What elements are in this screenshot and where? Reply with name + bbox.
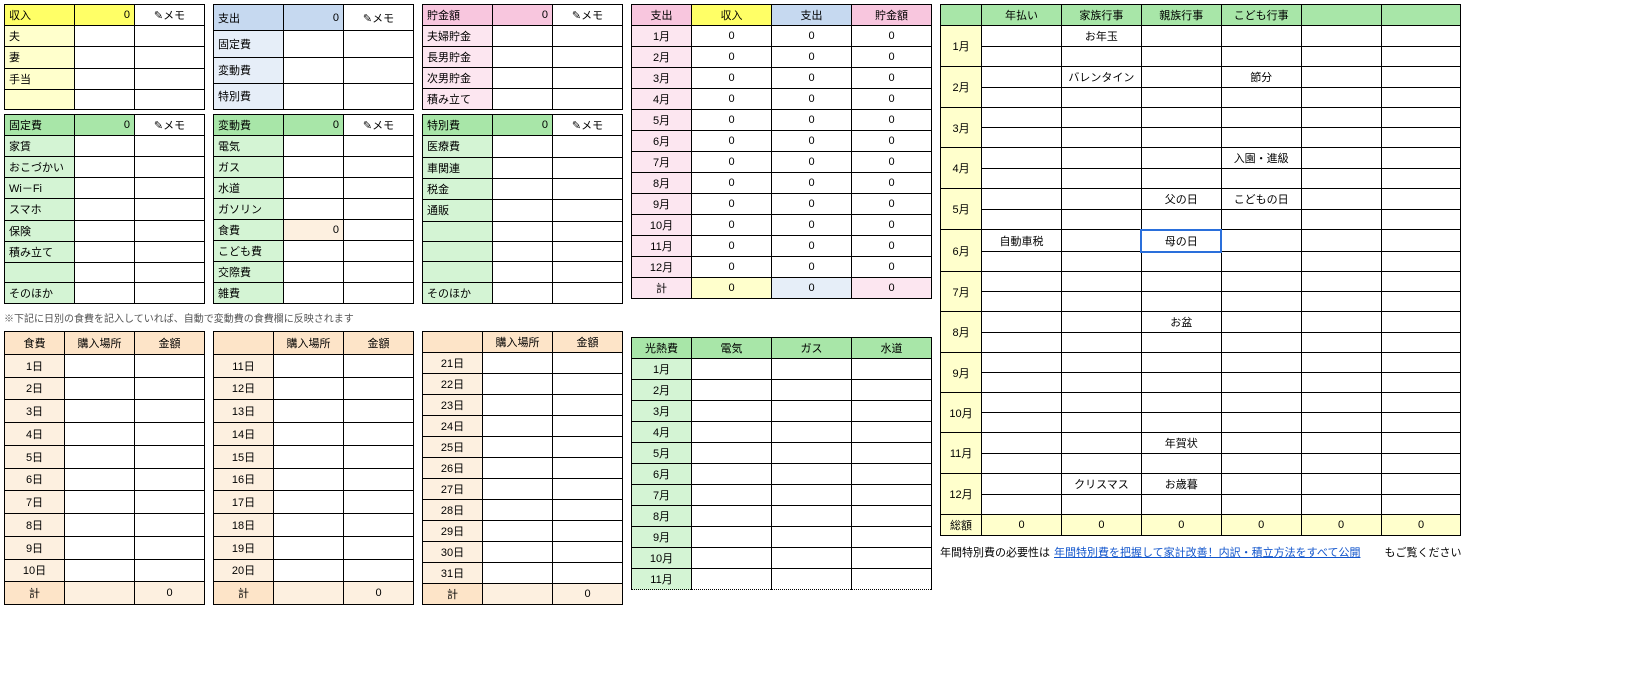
util-month: 9月 (632, 527, 692, 548)
food-day: 17日 (214, 491, 274, 514)
event-month: 7月 (941, 272, 982, 312)
event-month: 8月 (941, 312, 982, 353)
income-table: 収入 0 ✎メモ 夫 妻 手当 (4, 4, 205, 110)
food-day: 11日 (214, 354, 274, 377)
footer-note: 年間特別費の必要性は 年間特別費を把握して家計改善！内訳・積立方法をすべて公開 … (940, 544, 1461, 560)
month-label: 9月 (632, 194, 692, 215)
food-day: 16日 (214, 468, 274, 491)
month-label: 7月 (632, 152, 692, 173)
food-day: 2日 (5, 377, 65, 400)
month-label: 1月 (632, 26, 692, 47)
food-day: 1日 (5, 354, 65, 377)
month-label: 12月 (632, 257, 692, 278)
food-day: 29日 (423, 521, 483, 542)
util-month: 8月 (632, 506, 692, 527)
food-day: 5日 (5, 445, 65, 468)
month-label: 4月 (632, 89, 692, 110)
event-month: 12月 (941, 474, 982, 515)
expense-table: 支出 0 ✎メモ 固定費 変動費 特別費 (213, 4, 414, 110)
util-month: 6月 (632, 464, 692, 485)
month-label: 8月 (632, 173, 692, 194)
event-month: 5月 (941, 189, 982, 230)
util-month: 4月 (632, 422, 692, 443)
food-day: 18日 (214, 514, 274, 537)
food-day: 20日 (214, 559, 274, 582)
food-day: 23日 (423, 395, 483, 416)
event-month: 6月 (941, 230, 982, 272)
event-month: 1月 (941, 26, 982, 67)
income-title: 収入 (5, 5, 75, 26)
food-day: 21日 (423, 353, 483, 374)
food-day: 27日 (423, 479, 483, 500)
util-month: 10月 (632, 548, 692, 569)
food-day: 12日 (214, 377, 274, 400)
food-day: 31日 (423, 563, 483, 584)
events-table: 年払い 家族行事 親族行事 こども行事 1月 お年玉 2月 バレンタイン 節分 … (940, 4, 1461, 536)
food-day: 9日 (5, 536, 65, 559)
month-label: 11月 (632, 236, 692, 257)
month-label: 5月 (632, 110, 692, 131)
util-month: 11月 (632, 569, 692, 590)
event-month: 9月 (941, 353, 982, 393)
month-label: 10月 (632, 215, 692, 236)
event-month: 4月 (941, 148, 982, 189)
event-month: 2月 (941, 67, 982, 108)
fixed-cost-table: 固定費0✎メモ 家賃 おこづかい Wi－Fi スマホ 保険 積み立て そのほか (4, 114, 205, 304)
food-day: 26日 (423, 458, 483, 479)
food-day: 14日 (214, 423, 274, 446)
food-day: 8日 (5, 514, 65, 537)
savings-table: 貯金額 0 ✎メモ 夫婦貯金 長男貯金 次男貯金 積み立て (422, 4, 623, 110)
food-days-3: 購入場所金額 21日22日23日24日25日26日27日28日29日30日31日… (422, 331, 623, 605)
food-day: 24日 (423, 416, 483, 437)
food-day: 15日 (214, 445, 274, 468)
util-month: 1月 (632, 359, 692, 380)
event-month: 11月 (941, 433, 982, 474)
food-day: 30日 (423, 542, 483, 563)
food-day: 28日 (423, 500, 483, 521)
month-label: 6月 (632, 131, 692, 152)
memo-header: ✎メモ (135, 5, 205, 26)
utilities-table: 光熱費 電気 ガス 水道 1月 2月 3月 4月 5月 6月 7月 8月 9月 … (631, 337, 932, 590)
food-days-2: 購入場所金額 11日12日13日14日15日16日17日18日19日20日 計0 (213, 331, 414, 605)
food-day: 10日 (5, 559, 65, 582)
util-month: 7月 (632, 485, 692, 506)
variable-cost-table: 変動費0✎メモ 電気 ガス 水道 ガソリン 食費0 こども費 交際費 雑費 (213, 114, 414, 304)
food-days-1: 食費購入場所金額 1日2日3日4日5日6日7日8日9日10日 計0 (4, 331, 205, 605)
income-value[interactable]: 0 (75, 5, 135, 26)
monthly-summary-table: 支出 収入 支出 貯金額 1月 0 0 02月 0 0 03月 0 0 04月 … (631, 4, 932, 299)
food-day: 25日 (423, 437, 483, 458)
food-day: 13日 (214, 400, 274, 423)
month-label: 3月 (632, 68, 692, 89)
event-month: 10月 (941, 393, 982, 433)
util-month: 2月 (632, 380, 692, 401)
food-day: 7日 (5, 491, 65, 514)
special-cost-table: 特別費0✎メモ 医療費 車関連 税金 通販 そのほか (422, 114, 623, 304)
food-day: 4日 (5, 423, 65, 446)
food-note: ※下記に日別の食費を記入していれば、自動で変動費の食費欄に反映されます (4, 308, 623, 327)
month-label: 2月 (632, 47, 692, 68)
food-day: 22日 (423, 374, 483, 395)
footer-link[interactable]: 年間特別費を把握して家計改善！内訳・積立方法をすべて公開 (1054, 544, 1360, 560)
util-month: 5月 (632, 443, 692, 464)
food-day: 19日 (214, 536, 274, 559)
food-day: 6日 (5, 468, 65, 491)
food-day: 3日 (5, 400, 65, 423)
util-month: 3月 (632, 401, 692, 422)
event-month: 3月 (941, 108, 982, 148)
